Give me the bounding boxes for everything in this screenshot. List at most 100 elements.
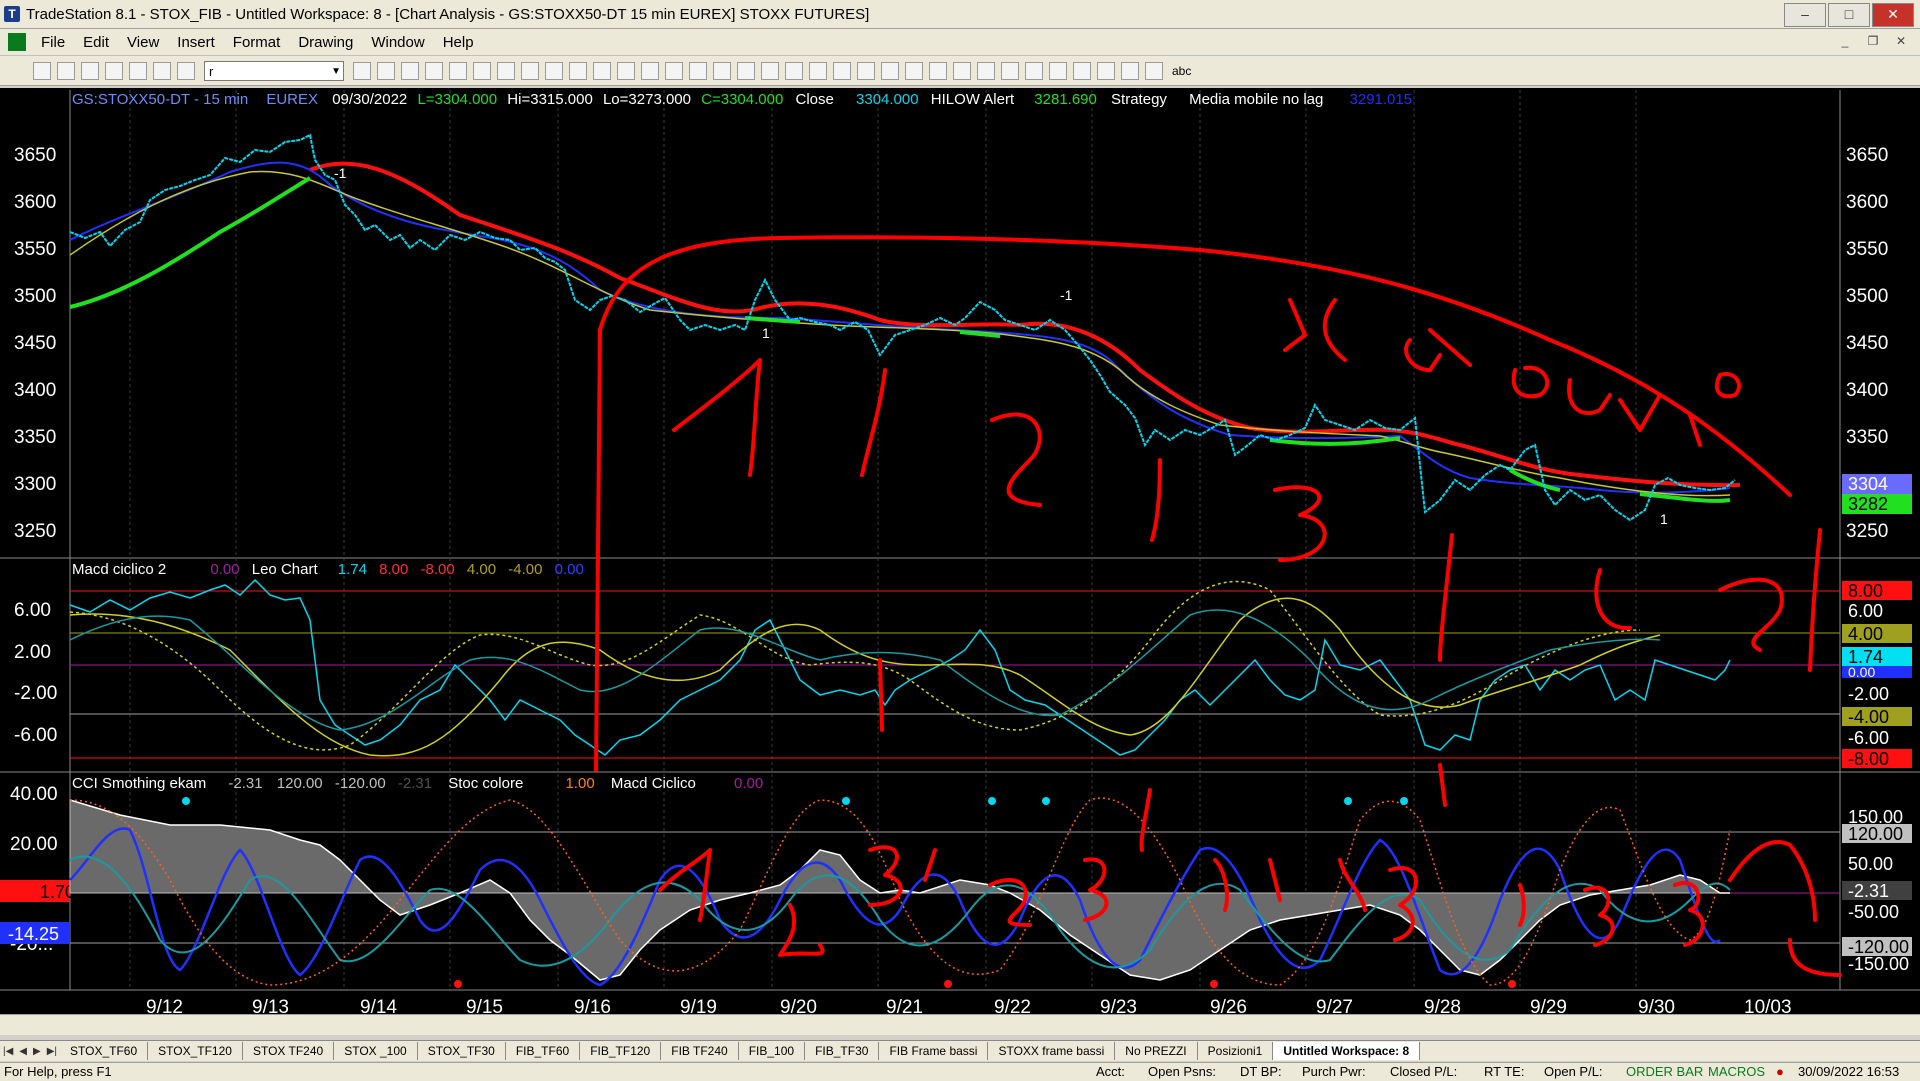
arc-icon[interactable] xyxy=(1025,61,1043,80)
signal-dot xyxy=(1210,980,1218,988)
zoom-in-icon[interactable] xyxy=(665,61,683,80)
menu-insert[interactable]: Insert xyxy=(168,34,224,51)
play-icon[interactable] xyxy=(353,61,371,80)
lock-icon[interactable] xyxy=(153,61,171,80)
cci-header-text: CCI Smothing ekam -2.31 120.00 -120.00 -… xyxy=(72,775,763,792)
rectangle-icon[interactable] xyxy=(1145,61,1163,80)
channel-icon[interactable] xyxy=(881,61,899,80)
open-icon[interactable] xyxy=(57,61,75,80)
tab-fib-tf30[interactable]: FIB_TF30 xyxy=(805,1042,880,1060)
order-bar-button[interactable]: ORDER BAR xyxy=(1626,1063,1703,1081)
menu-edit[interactable]: Edit xyxy=(74,34,118,51)
cci-tag: -150.00 xyxy=(1848,954,1909,974)
menu-view[interactable]: View xyxy=(118,34,168,51)
tools-icon[interactable] xyxy=(761,61,779,80)
hline-icon[interactable] xyxy=(857,61,875,80)
chart-close-label: Close xyxy=(795,91,833,108)
status-purch-pwr: Purch Pwr: xyxy=(1302,1064,1366,1079)
trade-marker: 1 xyxy=(762,325,770,341)
zoom-out-icon[interactable] xyxy=(689,61,707,80)
tab-stox-tf60[interactable]: STOX_TF60 xyxy=(60,1042,149,1060)
tab-stox-tf30[interactable]: STOX_TF30 xyxy=(418,1042,506,1060)
macros-button[interactable]: MACROS xyxy=(1708,1063,1765,1081)
cci-tag: 50.00 xyxy=(1848,854,1893,874)
tab-fib-frame-bassi[interactable]: FIB Frame bassi xyxy=(879,1042,989,1060)
tab-stox-tf240[interactable]: STOX TF240 xyxy=(243,1042,335,1060)
cci-tick: 40.00 xyxy=(10,784,58,805)
tab-fib-100[interactable]: FIB_100 xyxy=(739,1042,806,1060)
chart-low: Lo=3273.000 xyxy=(603,91,691,108)
tab-fib-tf120[interactable]: FIB_TF120 xyxy=(580,1042,662,1060)
tab-stoxx-frame-bassi[interactable]: STOXX frame bassi xyxy=(988,1042,1116,1060)
find-icon[interactable] xyxy=(377,61,395,80)
save-icon[interactable] xyxy=(105,61,123,80)
arrow-down-icon[interactable] xyxy=(1073,61,1091,80)
workspace-icon[interactable] xyxy=(81,61,99,80)
trade-marker: -1 xyxy=(1060,287,1073,303)
chart-window-icon[interactable] xyxy=(8,33,26,51)
hilow-value: 3281.690 xyxy=(1034,91,1097,108)
tab-posizioni1[interactable]: Posizioni1 xyxy=(1198,1042,1274,1060)
cci-tag: -50.00 xyxy=(1848,902,1899,922)
print-icon[interactable] xyxy=(129,61,147,80)
macd-value-5: 4.00 xyxy=(467,561,496,578)
candle-icon[interactable] xyxy=(641,61,659,80)
ellipse-icon[interactable] xyxy=(1121,61,1139,80)
macro-icon[interactable] xyxy=(569,61,587,80)
price-tick-3550: 3550 xyxy=(14,239,56,260)
tab-stox-100[interactable]: STOX _100 xyxy=(334,1042,418,1060)
crosshair-icon[interactable] xyxy=(737,61,755,80)
maximize-button[interactable]: □ xyxy=(1828,3,1870,27)
horizontal-scrollbar[interactable] xyxy=(0,1014,1920,1035)
tab-no-prezzi[interactable]: No PREZZI xyxy=(1115,1042,1198,1060)
hand-drawn-vertical-line xyxy=(878,658,884,732)
settings-icon[interactable] xyxy=(177,61,195,80)
tab-fib-tf60[interactable]: FIB_TF60 xyxy=(506,1042,581,1060)
unlink-icon[interactable] xyxy=(497,61,515,80)
radar-icon[interactable] xyxy=(425,61,443,80)
vline-icon[interactable] xyxy=(953,61,971,80)
window-icon[interactable] xyxy=(521,61,539,80)
speed-line-icon[interactable] xyxy=(977,61,995,80)
dim-icon[interactable] xyxy=(809,61,827,80)
menu-help[interactable]: Help xyxy=(434,34,483,51)
mdi-minimize-button[interactable]: _ xyxy=(1834,32,1856,50)
cci-value-2: 120.00 xyxy=(277,775,323,792)
strategy-icon[interactable] xyxy=(785,61,803,80)
close-button[interactable]: ✕ xyxy=(1872,3,1914,27)
menu-file[interactable]: File xyxy=(32,34,74,51)
tab-first-icon[interactable]: |◀ xyxy=(0,1046,16,1057)
chart-icon[interactable] xyxy=(401,61,419,80)
new-icon[interactable] xyxy=(33,61,51,80)
bar-icon[interactable] xyxy=(617,61,635,80)
macd-tag: 8.00 xyxy=(1848,581,1883,601)
arrow-up-icon[interactable] xyxy=(1097,61,1115,80)
menu-drawing[interactable]: Drawing xyxy=(289,34,362,51)
symbol-combo[interactable]: r ▼ xyxy=(204,60,344,82)
grid-icon[interactable] xyxy=(545,61,563,80)
fib-icon[interactable] xyxy=(905,61,923,80)
menu-format[interactable]: Format xyxy=(224,34,290,51)
matrix-icon[interactable] xyxy=(449,61,467,80)
tab-next-icon[interactable]: ▶ xyxy=(30,1046,44,1057)
tab-untitled-workspace-8[interactable]: Untitled Workspace: 8 xyxy=(1273,1042,1421,1060)
tab-stox-tf120[interactable]: STOX_TF120 xyxy=(148,1042,243,1060)
pen-icon[interactable] xyxy=(1049,61,1067,80)
chart-analysis-window[interactable]: GS:STOXX50-DT - 15 min EUREX 09/30/2022 … xyxy=(0,88,1920,1018)
link-icon[interactable] xyxy=(473,61,491,80)
minimize-button[interactable]: – xyxy=(1784,3,1826,27)
arrow-icon[interactable] xyxy=(1001,61,1019,80)
tab-fib-tf240[interactable]: FIB TF240 xyxy=(661,1042,739,1060)
chevron-down-icon[interactable]: ▼ xyxy=(331,62,341,82)
mdi-restore-button[interactable]: ❐ xyxy=(1862,32,1884,50)
text-tool-label[interactable]: abc xyxy=(1172,64,1191,78)
indicator-icon[interactable] xyxy=(593,61,611,80)
tab-last-icon[interactable]: ▶| xyxy=(44,1046,60,1057)
mdi-close-button[interactable]: ✕ xyxy=(1890,32,1912,50)
menu-window[interactable]: Window xyxy=(362,34,433,51)
chart-canvas[interactable]: GS:STOXX50-DT - 15 min EUREX 09/30/2022 … xyxy=(0,88,1920,1018)
gann-icon[interactable] xyxy=(929,61,947,80)
pointer-icon[interactable] xyxy=(713,61,731,80)
trendline-icon[interactable] xyxy=(833,61,851,80)
tab-prev-icon[interactable]: ◀ xyxy=(16,1046,30,1057)
